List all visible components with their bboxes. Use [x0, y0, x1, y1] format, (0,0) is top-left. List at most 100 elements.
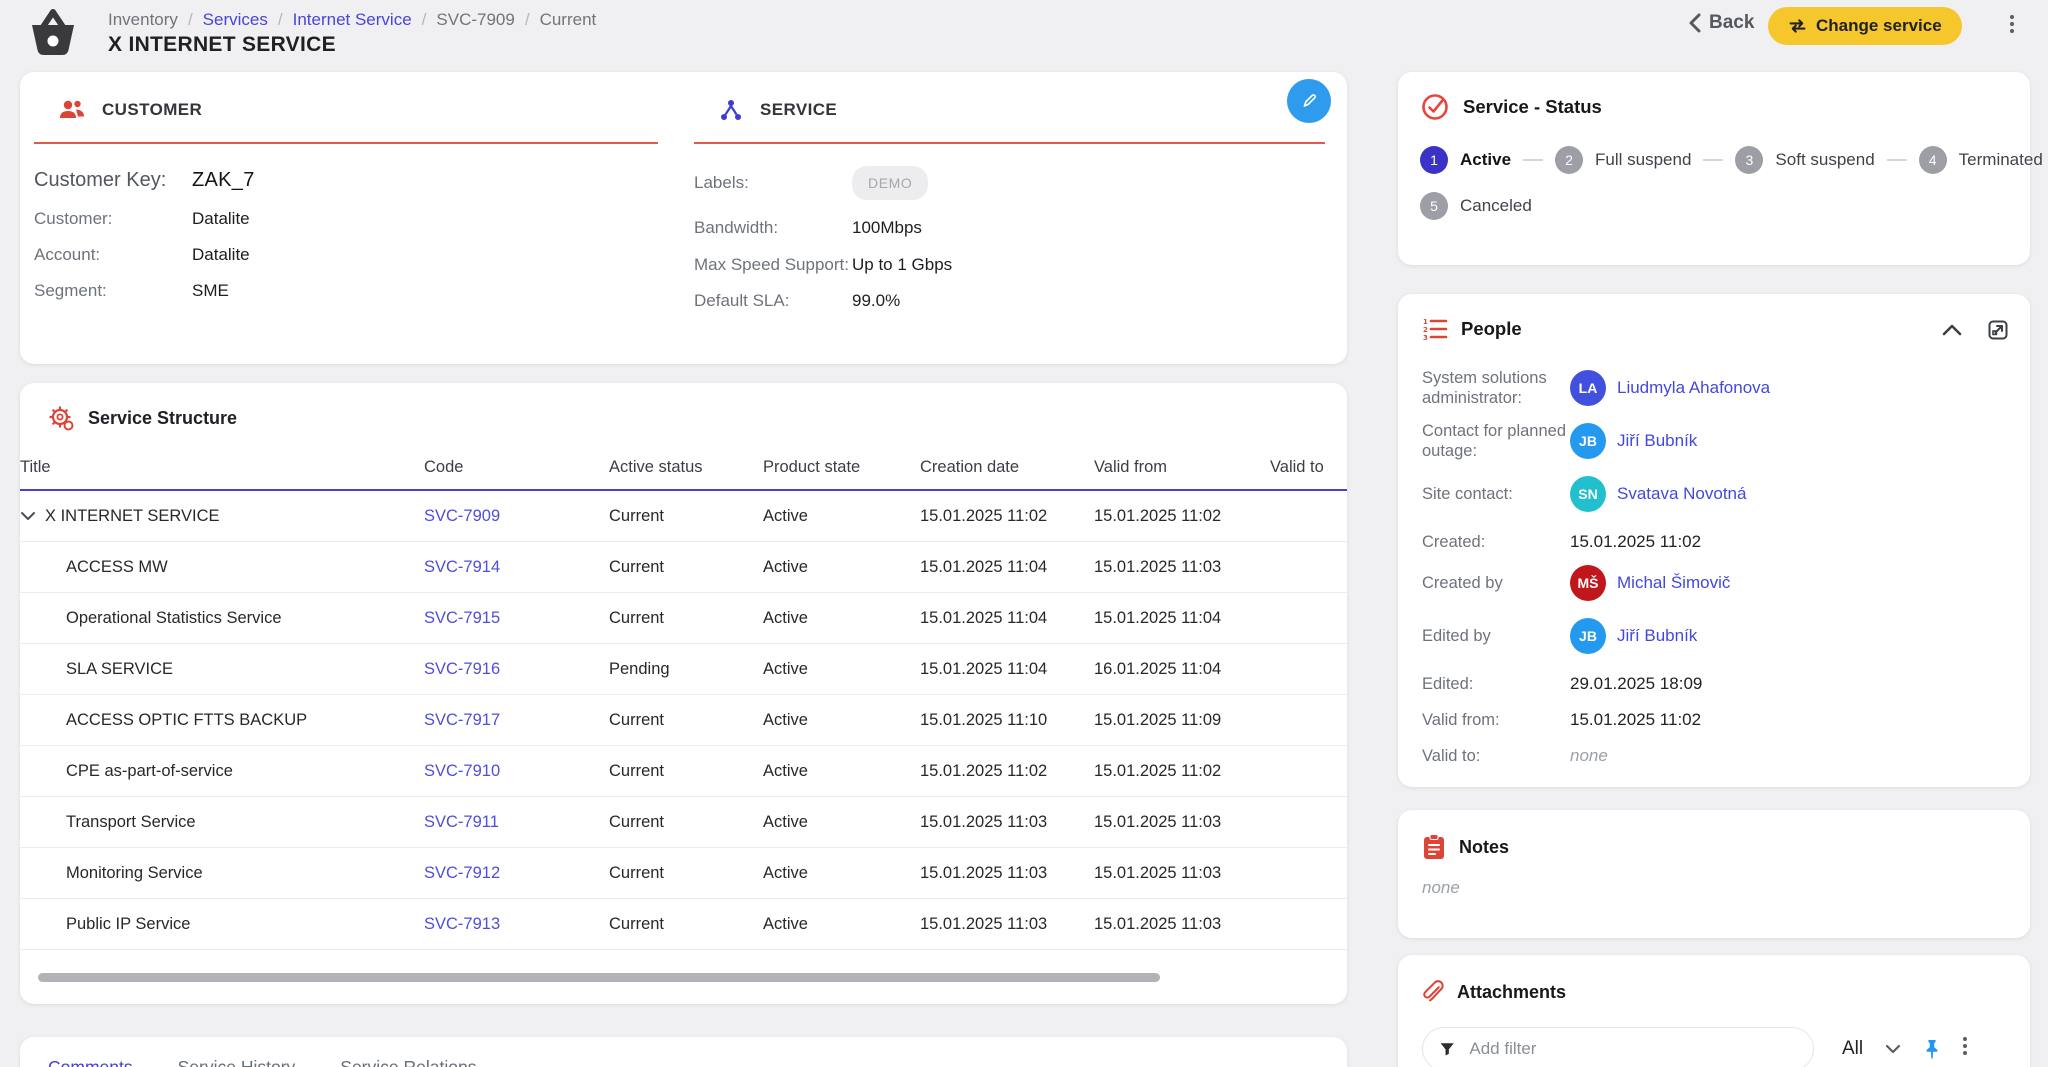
attachments-menu-button kebab-icon[interactable]	[1963, 1035, 1983, 1063]
customer-divider	[34, 142, 658, 144]
person-link[interactable]: Michal Šimovič	[1617, 573, 1730, 593]
code-link[interactable]: SVC-7915	[424, 609, 500, 627]
code-link[interactable]: SVC-7909	[424, 507, 500, 525]
people-row: Edited by JB Jiří Bubník	[1422, 614, 2012, 658]
code-link[interactable]: SVC-7913	[424, 915, 500, 933]
people-row: System solutions administrator: LA Liudm…	[1422, 366, 2012, 410]
page-title: X INTERNET SERVICE	[108, 33, 336, 57]
service-structure-card: Service Structure Title Code Active stat…	[20, 383, 1347, 1004]
status-title: Service - Status	[1463, 96, 1602, 118]
step-circle: 5	[1420, 192, 1448, 220]
column-header-title[interactable]: Title	[20, 448, 424, 490]
code-link[interactable]: SVC-7911	[424, 813, 499, 831]
step-circle: 3	[1735, 146, 1763, 174]
filter-input[interactable]	[1467, 1038, 1797, 1060]
horizontal-scrollbar-thumb[interactable]	[38, 973, 1160, 982]
row-value: 15.01.2025 11:02	[1570, 532, 1701, 552]
status-step-canceled[interactable]: 5 Canceled	[1420, 192, 1532, 220]
step-label: Full suspend	[1595, 150, 1691, 170]
row-label: Edited:	[1422, 674, 1570, 694]
account-link[interactable]: Datalite	[192, 245, 250, 265]
status-step-active[interactable]: 1 Active	[1420, 146, 1511, 174]
row-value: none	[1570, 746, 1608, 766]
column-header-product-state[interactable]: Product state	[763, 448, 920, 490]
back-button[interactable]: Back	[1688, 12, 1754, 34]
hub-icon	[718, 98, 744, 122]
person-link[interactable]: Svatava Novotná	[1617, 484, 1746, 504]
person-link[interactable]: Liudmyla Ahafonova	[1617, 378, 1770, 398]
column-header-creation-date[interactable]: Creation date	[920, 448, 1094, 490]
pin-button pin-icon[interactable]	[1923, 1038, 1941, 1060]
cell-valid-from: 16.01.2025 11:04	[1094, 644, 1270, 695]
breadcrumb-item-internet-service[interactable]: Internet Service	[293, 10, 412, 30]
row-title: Monitoring Service	[20, 864, 203, 882]
column-header-valid-to[interactable]: Valid to	[1270, 448, 1347, 490]
step-label: Soft suspend	[1775, 150, 1874, 170]
notes-title: Notes	[1459, 837, 1509, 858]
status-step-full-suspend[interactable]: 2 Full suspend	[1555, 146, 1691, 174]
app-logo basket-icon[interactable]	[26, 6, 80, 56]
header-menu-button kebab-icon[interactable]	[2002, 13, 2038, 43]
row-title: CPE as-part-of-service	[20, 762, 233, 780]
chevron-down-icon[interactable]	[1885, 1044, 1901, 1054]
people-row: Created: 15.01.2025 11:02	[1422, 525, 2012, 558]
table-row[interactable]: X INTERNET SERVICE SVC-7909 Current Acti…	[20, 490, 1347, 542]
column-header-valid-from[interactable]: Valid from	[1094, 448, 1270, 490]
cell-creation-date: 15.01.2025 11:02	[920, 490, 1094, 542]
table-row[interactable]: CPE as-part-of-service SVC-7910 Current …	[20, 746, 1347, 797]
row-value: 29.01.2025 18:09	[1570, 674, 1702, 694]
cell-active-status: Current	[609, 593, 763, 644]
code-link[interactable]: SVC-7916	[424, 660, 500, 678]
tab-comments[interactable]: Comments	[48, 1057, 133, 1067]
tab-service-history[interactable]: Service History	[178, 1057, 296, 1067]
inventory-service-page: Inventory / Services / Internet Service …	[0, 0, 2048, 1067]
row-label: Valid to:	[1422, 746, 1570, 766]
expand-button expand-icon[interactable]	[1986, 318, 2010, 342]
cell-creation-date: 15.01.2025 11:03	[920, 848, 1094, 899]
table-row[interactable]: Monitoring Service SVC-7912 Current Acti…	[20, 848, 1347, 899]
breadcrumb-item-services[interactable]: Services	[203, 10, 268, 30]
customer-section: CUSTOMER Customer Key: ZAK_7 Customer: D…	[20, 72, 680, 364]
table-row[interactable]: ACCESS OPTIC FTTS BACKUP SVC-7917 Curren…	[20, 695, 1347, 746]
row-label: Valid from:	[1422, 710, 1570, 730]
cell-creation-date: 15.01.2025 11:04	[920, 542, 1094, 593]
code-link[interactable]: SVC-7910	[424, 762, 500, 780]
pencil-icon	[1298, 90, 1320, 112]
column-header-code[interactable]: Code	[424, 448, 609, 490]
row-title: X INTERNET SERVICE	[45, 507, 220, 526]
customer-link[interactable]: Datalite	[192, 209, 250, 229]
code-link[interactable]: SVC-7917	[424, 711, 500, 729]
edit-button[interactable]	[1287, 79, 1331, 123]
avatar: JB	[1570, 618, 1606, 654]
breadcrumb-item-current: Current	[540, 10, 597, 30]
change-service-label: Change service	[1816, 16, 1942, 36]
tab-service-relations[interactable]: Service Relations	[340, 1057, 476, 1067]
collapse-button chevron-up-icon[interactable]	[1942, 324, 1962, 336]
table-row[interactable]: ACCESS MW SVC-7914 Current Active 15.01.…	[20, 542, 1347, 593]
bandwidth-value: 100Mbps	[852, 218, 922, 238]
people-title: People	[1461, 318, 1522, 340]
chevron-down-icon[interactable]	[20, 511, 36, 521]
table-row[interactable]: Transport Service SVC-7911 Current Activ…	[20, 797, 1347, 848]
column-header-active-status[interactable]: Active status	[609, 448, 763, 490]
person-link[interactable]: Jiří Bubník	[1617, 431, 1697, 451]
default-sla-value: 99.0%	[852, 291, 900, 311]
code-link[interactable]: SVC-7914	[424, 558, 500, 576]
cell-active-status: Pending	[609, 644, 763, 695]
status-step-terminated[interactable]: 4 Terminated	[1919, 146, 2043, 174]
cell-creation-date: 15.01.2025 11:10	[920, 695, 1094, 746]
table-row[interactable]: Operational Statistics Service SVC-7915 …	[20, 593, 1347, 644]
cell-product-state: Active	[763, 797, 920, 848]
filter-all-dropdown[interactable]: All	[1842, 1038, 1863, 1060]
table-row[interactable]: SLA SERVICE SVC-7916 Pending Active 15.0…	[20, 644, 1347, 695]
table-row[interactable]: Public IP Service SVC-7913 Current Activ…	[20, 899, 1347, 950]
cell-active-status: Current	[609, 797, 763, 848]
people-rows: System solutions administrator: LA Liudm…	[1422, 366, 2012, 772]
service-structure-title: Service Structure	[88, 408, 237, 429]
change-service-button[interactable]: Change service	[1768, 7, 1962, 45]
status-step-soft-suspend[interactable]: 3 Soft suspend	[1735, 146, 1874, 174]
code-link[interactable]: SVC-7912	[424, 864, 500, 882]
people-icon	[58, 98, 86, 122]
person-link[interactable]: Jiří Bubník	[1617, 626, 1697, 646]
customer-key-label: Customer Key:	[34, 168, 192, 192]
